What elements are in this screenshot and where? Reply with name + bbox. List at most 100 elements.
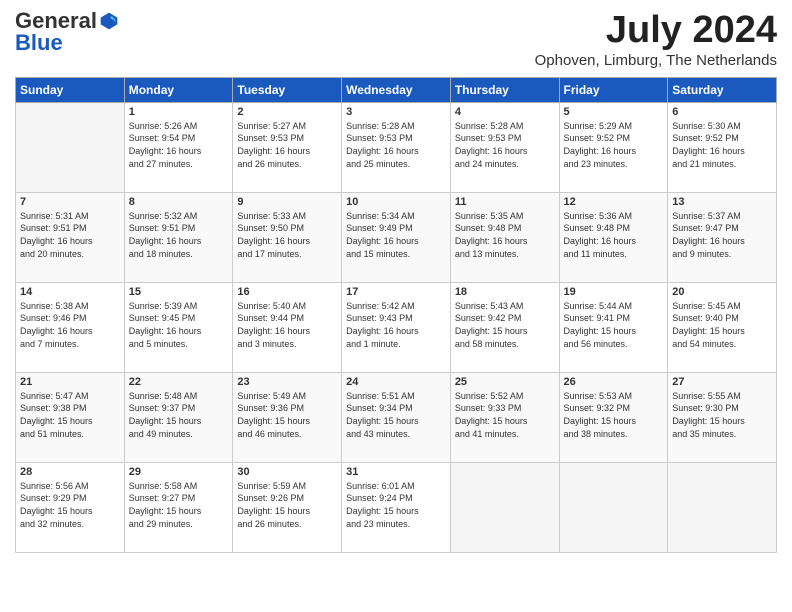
header-sunday: Sunday bbox=[16, 77, 125, 102]
header-friday: Friday bbox=[559, 77, 668, 102]
header-tuesday: Tuesday bbox=[233, 77, 342, 102]
day-number: 1 bbox=[129, 106, 229, 118]
week-row-1: 7Sunrise: 5:31 AM Sunset: 9:51 PM Daylig… bbox=[16, 192, 777, 282]
day-number: 30 bbox=[237, 466, 337, 478]
day-number: 22 bbox=[129, 376, 229, 388]
day-info: Sunrise: 5:56 AM Sunset: 9:29 PM Dayligh… bbox=[20, 480, 120, 530]
header: General Blue July 2024 Ophoven, Limburg,… bbox=[15, 10, 777, 69]
day-number: 4 bbox=[455, 106, 555, 118]
calendar-cell: 5 Sunrise: 5:29 AM Sunset: 9:52 PM Daylig… bbox=[559, 102, 668, 192]
calendar-cell: 10 Sunrise: 5:34 AM Sunset: 9:49 PM Dayli… bbox=[342, 192, 451, 282]
calendar-cell bbox=[16, 102, 125, 192]
day-info: Sunrise: 5:39 AM Sunset: 9:45 PM Dayligh… bbox=[129, 300, 229, 350]
day-info: Sunrise: 5:51 AM Sunset: 9:34 PM Dayligh… bbox=[346, 390, 446, 440]
calendar-cell: 8 Sunrise: 5:32 AM Sunset: 9:51 PM Daylig… bbox=[124, 192, 233, 282]
calendar-cell: 18 Sunrise: 5:43 AM Sunset: 9:42 PM Dayli… bbox=[450, 282, 559, 372]
day-info: Sunrise: 5:52 AM Sunset: 9:33 PM Dayligh… bbox=[455, 390, 555, 440]
calendar-cell: 24 Sunrise: 5:51 AM Sunset: 9:34 PM Dayli… bbox=[342, 372, 451, 462]
day-info: Sunrise: 5:31 AM Sunset: 9:51 PM Dayligh… bbox=[20, 210, 120, 260]
day-number: 17 bbox=[346, 286, 446, 298]
calendar-cell: 12Sunrise: 5:36 AM Sunset: 9:48 PM Dayli… bbox=[559, 192, 668, 282]
calendar-cell: 7Sunrise: 5:31 AM Sunset: 9:51 PM Daylig… bbox=[16, 192, 125, 282]
day-info: Sunrise: 5:44 AM Sunset: 9:41 PM Dayligh… bbox=[564, 300, 664, 350]
day-info: Sunrise: 5:38 AM Sunset: 9:46 PM Dayligh… bbox=[20, 300, 120, 350]
day-info: Sunrise: 5:45 AM Sunset: 9:40 PM Dayligh… bbox=[672, 300, 772, 350]
day-number: 11 bbox=[455, 196, 555, 208]
day-number: 15 bbox=[129, 286, 229, 298]
day-number: 28 bbox=[20, 466, 120, 478]
calendar-cell: 11 Sunrise: 5:35 AM Sunset: 9:48 PM Dayli… bbox=[450, 192, 559, 282]
calendar-cell: 13Sunrise: 5:37 AM Sunset: 9:47 PM Dayli… bbox=[668, 192, 777, 282]
calendar-cell: 29 Sunrise: 5:58 AM Sunset: 9:27 PM Dayli… bbox=[124, 462, 233, 552]
day-number: 3 bbox=[346, 106, 446, 118]
day-info: Sunrise: 5:55 AM Sunset: 9:30 PM Dayligh… bbox=[672, 390, 772, 440]
calendar-cell bbox=[559, 462, 668, 552]
calendar-cell: 30 Sunrise: 5:59 AM Sunset: 9:26 PM Dayli… bbox=[233, 462, 342, 552]
calendar-cell: 23 Sunrise: 5:49 AM Sunset: 9:36 PM Dayli… bbox=[233, 372, 342, 462]
day-info: Sunrise: 5:32 AM Sunset: 9:51 PM Dayligh… bbox=[129, 210, 229, 260]
day-number: 19 bbox=[564, 286, 664, 298]
week-row-3: 21Sunrise: 5:47 AM Sunset: 9:38 PM Dayli… bbox=[16, 372, 777, 462]
day-number: 29 bbox=[129, 466, 229, 478]
day-info: Sunrise: 5:59 AM Sunset: 9:26 PM Dayligh… bbox=[237, 480, 337, 530]
day-number: 13 bbox=[672, 196, 772, 208]
day-number: 26 bbox=[564, 376, 664, 388]
day-number: 16 bbox=[237, 286, 337, 298]
day-info: Sunrise: 5:49 AM Sunset: 9:36 PM Dayligh… bbox=[237, 390, 337, 440]
week-row-4: 28 Sunrise: 5:56 AM Sunset: 9:29 PM Dayli… bbox=[16, 462, 777, 552]
day-info: Sunrise: 5:28 AM Sunset: 9:53 PM Dayligh… bbox=[455, 120, 555, 170]
week-row-2: 14 Sunrise: 5:38 AM Sunset: 9:46 PM Dayli… bbox=[16, 282, 777, 372]
day-number: 14 bbox=[20, 286, 120, 298]
day-number: 2 bbox=[237, 106, 337, 118]
location: Ophoven, Limburg, The Netherlands bbox=[535, 52, 777, 69]
logo-blue-text: Blue bbox=[15, 30, 63, 55]
day-info: Sunrise: 5:58 AM Sunset: 9:27 PM Dayligh… bbox=[129, 480, 229, 530]
calendar-cell: 27Sunrise: 5:55 AM Sunset: 9:30 PM Dayli… bbox=[668, 372, 777, 462]
day-info: Sunrise: 5:34 AM Sunset: 9:49 PM Dayligh… bbox=[346, 210, 446, 260]
calendar-cell: 15 Sunrise: 5:39 AM Sunset: 9:45 PM Dayli… bbox=[124, 282, 233, 372]
title-area: July 2024 Ophoven, Limburg, The Netherla… bbox=[535, 10, 777, 69]
day-info: Sunrise: 5:30 AM Sunset: 9:52 PM Dayligh… bbox=[672, 120, 772, 170]
day-info: Sunrise: 5:36 AM Sunset: 9:48 PM Dayligh… bbox=[564, 210, 664, 260]
day-number: 21 bbox=[20, 376, 120, 388]
calendar-cell: 9Sunrise: 5:33 AM Sunset: 9:50 PM Daylig… bbox=[233, 192, 342, 282]
day-number: 31 bbox=[346, 466, 446, 478]
day-info: Sunrise: 5:27 AM Sunset: 9:53 PM Dayligh… bbox=[237, 120, 337, 170]
calendar-cell bbox=[450, 462, 559, 552]
day-info: Sunrise: 5:48 AM Sunset: 9:37 PM Dayligh… bbox=[129, 390, 229, 440]
day-number: 10 bbox=[346, 196, 446, 208]
day-number: 8 bbox=[129, 196, 229, 208]
calendar-cell bbox=[668, 462, 777, 552]
calendar-cell: 2 Sunrise: 5:27 AM Sunset: 9:53 PM Daylig… bbox=[233, 102, 342, 192]
day-number: 5 bbox=[564, 106, 664, 118]
calendar-cell: 20Sunrise: 5:45 AM Sunset: 9:40 PM Dayli… bbox=[668, 282, 777, 372]
day-info: Sunrise: 5:35 AM Sunset: 9:48 PM Dayligh… bbox=[455, 210, 555, 260]
day-info: Sunrise: 5:53 AM Sunset: 9:32 PM Dayligh… bbox=[564, 390, 664, 440]
day-number: 6 bbox=[672, 106, 772, 118]
day-number: 24 bbox=[346, 376, 446, 388]
day-info: Sunrise: 5:43 AM Sunset: 9:42 PM Dayligh… bbox=[455, 300, 555, 350]
calendar-cell: 21Sunrise: 5:47 AM Sunset: 9:38 PM Dayli… bbox=[16, 372, 125, 462]
logo-icon bbox=[99, 11, 119, 31]
day-number: 18 bbox=[455, 286, 555, 298]
calendar-cell: 1 Sunrise: 5:26 AM Sunset: 9:54 PM Daylig… bbox=[124, 102, 233, 192]
calendar-cell: 6 Sunrise: 5:30 AM Sunset: 9:52 PM Daylig… bbox=[668, 102, 777, 192]
calendar-cell: 28 Sunrise: 5:56 AM Sunset: 9:29 PM Dayli… bbox=[16, 462, 125, 552]
calendar-cell: 14 Sunrise: 5:38 AM Sunset: 9:46 PM Dayli… bbox=[16, 282, 125, 372]
calendar-cell: 16 Sunrise: 5:40 AM Sunset: 9:44 PM Dayli… bbox=[233, 282, 342, 372]
day-number: 23 bbox=[237, 376, 337, 388]
day-info: Sunrise: 5:29 AM Sunset: 9:52 PM Dayligh… bbox=[564, 120, 664, 170]
logo-general-text: General bbox=[15, 10, 97, 32]
calendar-cell: 19 Sunrise: 5:44 AM Sunset: 9:41 PM Dayli… bbox=[559, 282, 668, 372]
calendar-header-row: SundayMondayTuesdayWednesdayThursdayFrid… bbox=[16, 77, 777, 102]
header-thursday: Thursday bbox=[450, 77, 559, 102]
header-saturday: Saturday bbox=[668, 77, 777, 102]
calendar-cell: 17Sunrise: 5:42 AM Sunset: 9:43 PM Dayli… bbox=[342, 282, 451, 372]
day-info: Sunrise: 5:26 AM Sunset: 9:54 PM Dayligh… bbox=[129, 120, 229, 170]
month-year: July 2024 bbox=[535, 10, 777, 52]
day-number: 9 bbox=[237, 196, 337, 208]
logo: General Blue bbox=[15, 10, 119, 56]
day-info: Sunrise: 5:40 AM Sunset: 9:44 PM Dayligh… bbox=[237, 300, 337, 350]
calendar-cell: 4 Sunrise: 5:28 AM Sunset: 9:53 PM Daylig… bbox=[450, 102, 559, 192]
header-wednesday: Wednesday bbox=[342, 77, 451, 102]
